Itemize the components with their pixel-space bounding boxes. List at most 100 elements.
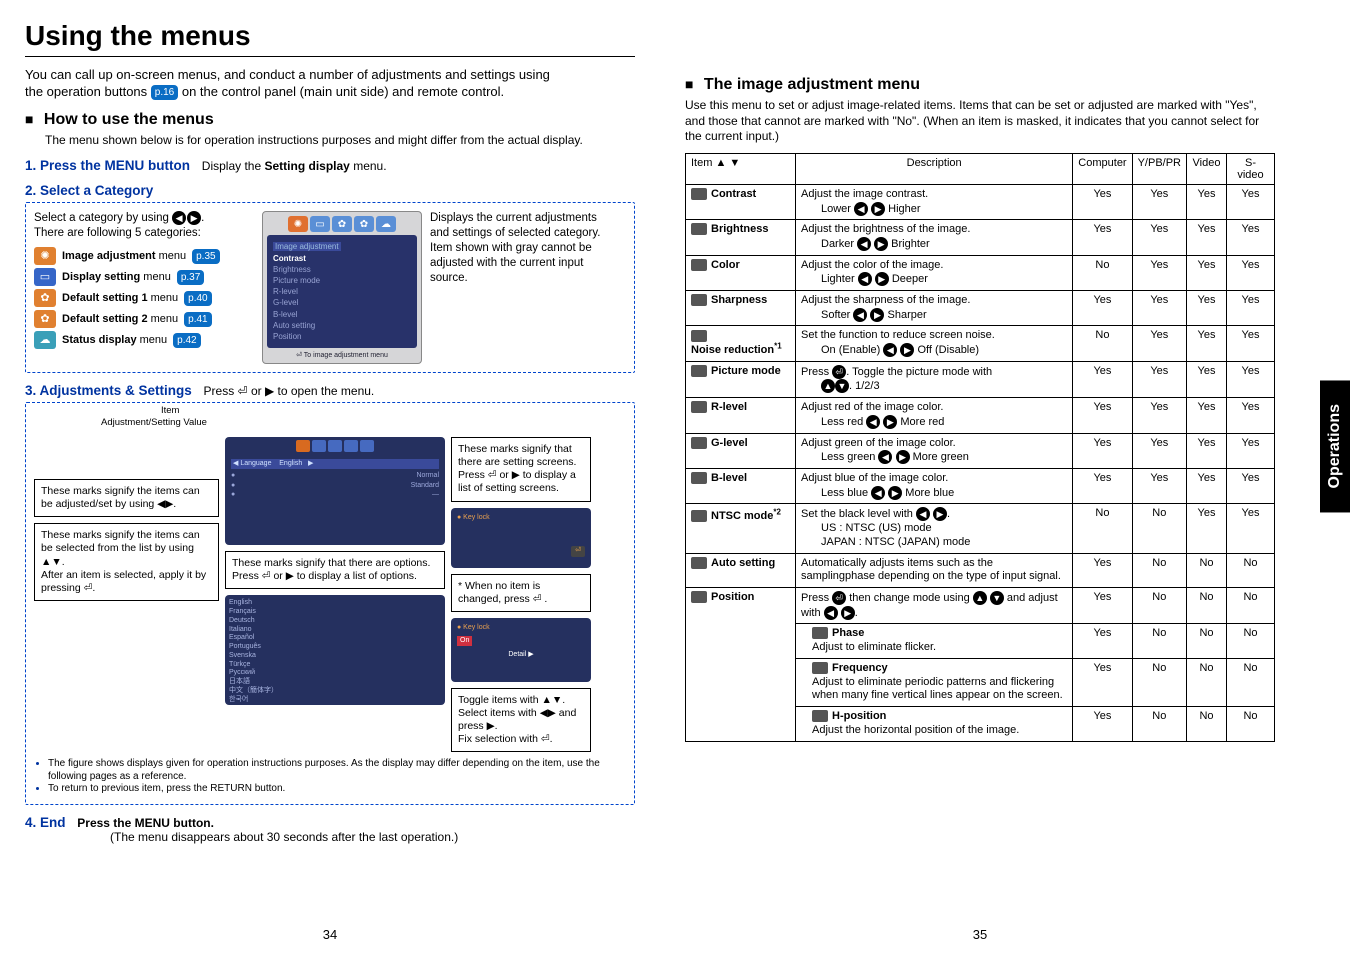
cell-val: No [1073, 255, 1132, 290]
guide-adj-label: Adjustment/Setting Value [101, 417, 207, 429]
table-row: Auto settingAutomatically adjusts items … [686, 553, 1275, 588]
cell-desc: Press ⏎. Toggle the picture mode with▲▼.… [796, 361, 1073, 397]
adjustments-box: Item Adjustment/Setting Value These mark… [25, 402, 635, 805]
th-video: Video [1187, 153, 1227, 184]
cat-image-adjustment: ✺ Image adjustment menu p.35 [34, 247, 254, 265]
cell-val: Yes [1227, 220, 1275, 255]
table-row: G-levelAdjust green of the image color.L… [686, 433, 1275, 468]
row-icon [812, 710, 828, 722]
cell-val: No [1227, 553, 1275, 588]
osd-mock-image: ✺ ▭ ✿ ✿ ☁ Image adjustment Contrast Brig… [262, 211, 422, 364]
cell-item: Sharpness [686, 291, 796, 326]
osd-row-6: B-level [273, 310, 297, 319]
cell-val: No [1073, 326, 1132, 361]
cell-val: No [1187, 553, 1227, 588]
cell-item: Color [686, 255, 796, 290]
step1-sub-pre: Display the [202, 159, 265, 173]
cat-3-suffix: menu [148, 313, 179, 325]
cell-val: Yes [1187, 291, 1227, 326]
cell-val: Yes [1227, 326, 1275, 361]
cell-val: No [1132, 553, 1186, 588]
cell-val: Yes [1073, 658, 1132, 706]
cell-val: No [1073, 504, 1132, 553]
cell-val: No [1187, 707, 1227, 742]
cell-val: Yes [1073, 707, 1132, 742]
step1-sub-post: menu. [350, 159, 387, 173]
section-image-adj-label: The image adjustment menu [704, 76, 920, 93]
osd-footer: ⏎ To image adjustment menu [267, 348, 417, 359]
osd-detail-mock: ◀ Language English ▶ ●Normal ●Standard ●… [225, 437, 445, 545]
step2-select2-text: There are following 5 categories: [34, 227, 201, 239]
osd-tab-2: ▭ [310, 216, 330, 232]
osd-tab-1: ✺ [288, 216, 308, 232]
cat-0-ref: p.35 [192, 249, 219, 264]
th-svideo: S-video [1227, 153, 1275, 184]
cell-val: Yes [1132, 361, 1186, 397]
row-icon [691, 510, 707, 522]
cat-default-1: ✿ Default setting 1 menu p.40 [34, 289, 254, 307]
osd-section-label: Image adjustment [273, 242, 341, 251]
cell-val: Yes [1073, 468, 1132, 503]
cat-4-suffix: menu [137, 334, 168, 346]
cell-item: B-level [686, 468, 796, 503]
notes-list: The figure shows displays given for oper… [34, 758, 626, 796]
th-desc: Description [796, 153, 1073, 184]
th-item: Item ▲ ▼ [686, 153, 796, 184]
cell-item: Auto setting [686, 553, 796, 588]
cell-val: Yes [1073, 184, 1132, 219]
cell-desc: Adjust the image contrast.Lower ◀ ▶ High… [796, 184, 1073, 219]
row-icon [691, 437, 707, 449]
cell-desc: Set the black level with ◀ ▶.US : NTSC (… [796, 504, 1073, 553]
cell-val: Yes [1073, 553, 1132, 588]
cell-val: Yes [1073, 398, 1132, 433]
cat-0-label: Image adjustment [62, 250, 156, 262]
cat-1-ref: p.37 [177, 270, 204, 285]
step3-label: 3. Adjustments & Settings [25, 383, 192, 398]
cell-desc: Adjust blue of the image color.Less blue… [796, 468, 1073, 503]
cell-val: Yes [1227, 504, 1275, 553]
osd-row-3: Picture mode [273, 276, 320, 285]
cell-val: Yes [1132, 433, 1186, 468]
osd-row-4: R-level [273, 287, 298, 296]
note-options: These marks signify that there are optio… [225, 551, 445, 589]
row-icon [812, 662, 828, 674]
cell-val: No [1227, 658, 1275, 706]
cell-item: G-level [686, 433, 796, 468]
tools-icon: ✿ [34, 289, 56, 307]
info-icon: ☁ [34, 331, 56, 349]
cell-val: Yes [1073, 433, 1132, 468]
table-row: NTSC mode*2Set the black level with ◀ ▶.… [686, 504, 1275, 553]
step4-note: (The menu disappears about 30 seconds af… [110, 830, 635, 846]
table-row: BrightnessAdjust the brightness of the i… [686, 220, 1275, 255]
cell-val: No [1187, 658, 1227, 706]
cell-val: No [1132, 658, 1186, 706]
cell-item: Picture mode [686, 361, 796, 397]
step4-sub: Press the MENU button. [77, 816, 214, 830]
step4-label: 4. End [25, 815, 66, 830]
display-icon: ▭ [34, 268, 56, 286]
cell-val: Yes [1073, 220, 1132, 255]
cell-val: Yes [1132, 220, 1186, 255]
cell-val: No [1227, 707, 1275, 742]
cell-val: Yes [1227, 255, 1275, 290]
row-icon [691, 223, 707, 235]
cell-item: R-level [686, 398, 796, 433]
tools2-icon: ✿ [34, 310, 56, 328]
step-3: 3. Adjustments & Settings Press ⏎ or ▶ t… [25, 383, 635, 398]
cell-desc: Adjust the brightness of the image.Darke… [796, 220, 1073, 255]
table-row: ColorAdjust the color of the image.Light… [686, 255, 1275, 290]
cell-val: Yes [1132, 398, 1186, 433]
table-row: PositionPress ⏎ then change mode using ▲… [686, 588, 1275, 624]
table-row: ContrastAdjust the image contrast.Lower … [686, 184, 1275, 219]
cat-default-2: ✿ Default setting 2 menu p.41 [34, 310, 254, 328]
row-icon [691, 557, 707, 569]
cat-2-ref: p.40 [184, 291, 211, 306]
intro-line2-post: on the control panel (main unit side) an… [182, 84, 504, 99]
cell-desc: Adjust green of the image color.Less gre… [796, 433, 1073, 468]
cell-val: No [1132, 624, 1186, 659]
note-no-item-changed: * When no item is changed, press ⏎ . [451, 574, 591, 612]
howto-desc: The menu shown below is for operation in… [45, 133, 635, 149]
section-image-adj: ■ The image adjustment menu [685, 76, 1275, 94]
intro-line2-pre: the operation buttons [25, 84, 151, 99]
cell-item: NTSC mode*2 [686, 504, 796, 553]
